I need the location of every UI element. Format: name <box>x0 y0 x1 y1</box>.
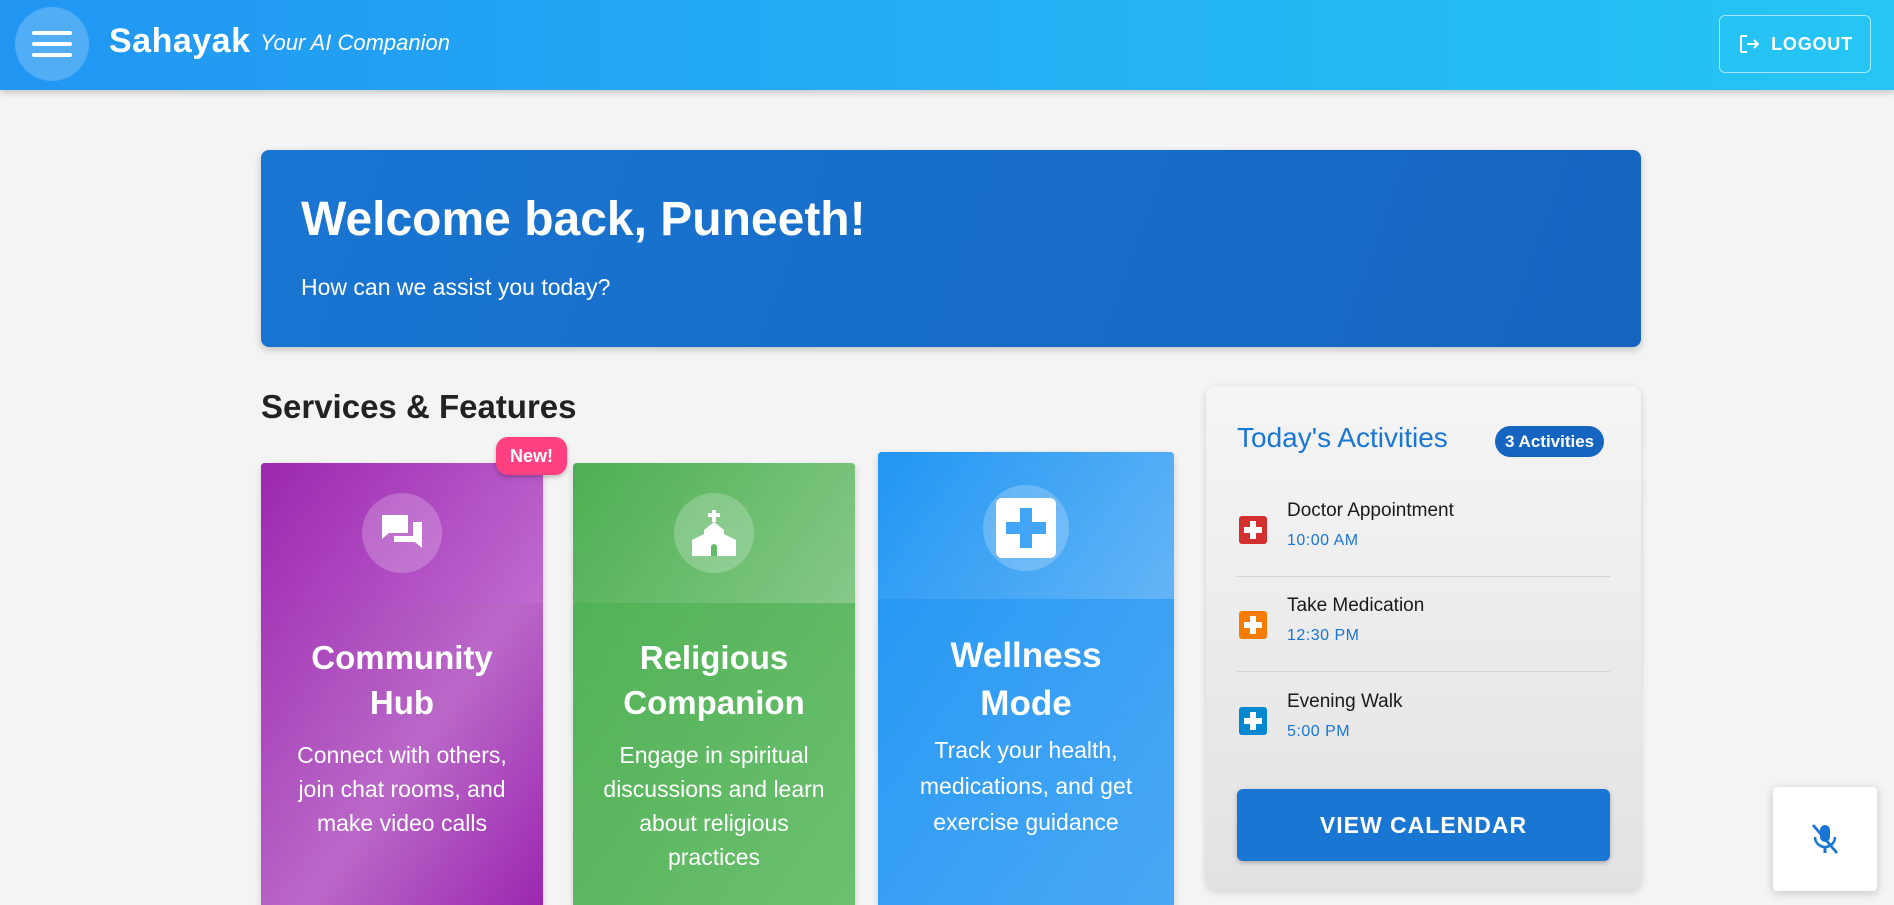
medical-cross-icon <box>1239 707 1267 735</box>
services-section-title: Services & Features <box>261 388 577 425</box>
voice-assistant-button[interactable] <box>1773 787 1877 891</box>
card-description: Track your health, medications, and get … <box>919 737 1133 835</box>
activity-name: Take Medication <box>1287 595 1425 616</box>
activity-name: Doctor Appointment <box>1287 500 1454 521</box>
medical-cross-icon <box>1239 516 1267 544</box>
card-header <box>878 452 1174 599</box>
card-description: Connect with others, join chat rooms, an… <box>297 742 507 836</box>
logout-button[interactable]: LOGOUT <box>1719 15 1871 73</box>
mic-off-icon <box>1811 824 1839 854</box>
chat-icon-circle <box>362 493 442 573</box>
todays-activities-panel: Today's Activities 3 Activities Doctor A… <box>1206 386 1641 890</box>
activity-name: Evening Walk <box>1287 691 1403 712</box>
card-description: Engage in spiritual discussions and lear… <box>603 742 825 870</box>
wellness-mode-card[interactable]: Wellness Mode Track your health, medicat… <box>878 452 1174 905</box>
logout-label: LOGOUT <box>1771 33 1853 54</box>
new-badge: New! <box>496 437 568 475</box>
activities-count-badge: 3 Activities <box>1495 426 1605 457</box>
logout-icon <box>1740 35 1760 53</box>
activity-time: 5:00 PM <box>1287 723 1351 740</box>
brand-tagline: Your AI Companion <box>260 30 450 55</box>
card-title: Community Hub <box>311 639 493 721</box>
card-header <box>573 463 855 603</box>
welcome-subtitle: How can we assist you today? <box>301 274 611 300</box>
community-hub-card[interactable]: Community Hub Connect with others, join … <box>261 463 543 905</box>
activity-time: 10:00 AM <box>1287 532 1359 549</box>
activity-time: 12:30 PM <box>1287 627 1360 644</box>
activity-item[interactable]: Evening Walk 5:00 PM <box>1237 673 1610 768</box>
brand-name: Sahayak <box>109 22 251 60</box>
medical-cross-icon <box>1239 611 1267 639</box>
religious-companion-card[interactable]: Religious Companion Engage in spiritual … <box>573 463 855 905</box>
welcome-title: Welcome back, Puneeth! <box>301 193 866 246</box>
welcome-banner: Welcome back, Puneeth! How can we assist… <box>261 150 1641 347</box>
activity-item[interactable]: Doctor Appointment 10:00 AM <box>1237 482 1610 577</box>
activities-title: Today's Activities <box>1237 422 1448 453</box>
medical-cross-icon <box>996 498 1056 558</box>
church-icon <box>692 510 736 556</box>
card-header <box>261 463 543 603</box>
medical-cross-icon-circle <box>983 485 1069 571</box>
app-bar: Sahayak Your AI Companion LOGOUT <box>0 0 1894 90</box>
card-title: Wellness Mode <box>950 636 1102 723</box>
activity-item[interactable]: Take Medication 12:30 PM <box>1237 577 1610 672</box>
card-title: Religious Companion <box>623 639 805 721</box>
hamburger-menu-icon <box>32 31 72 57</box>
view-calendar-button[interactable]: VIEW CALENDAR <box>1237 789 1610 861</box>
church-icon-circle <box>674 493 754 573</box>
chat-icon <box>382 515 422 548</box>
menu-button[interactable] <box>15 7 89 81</box>
